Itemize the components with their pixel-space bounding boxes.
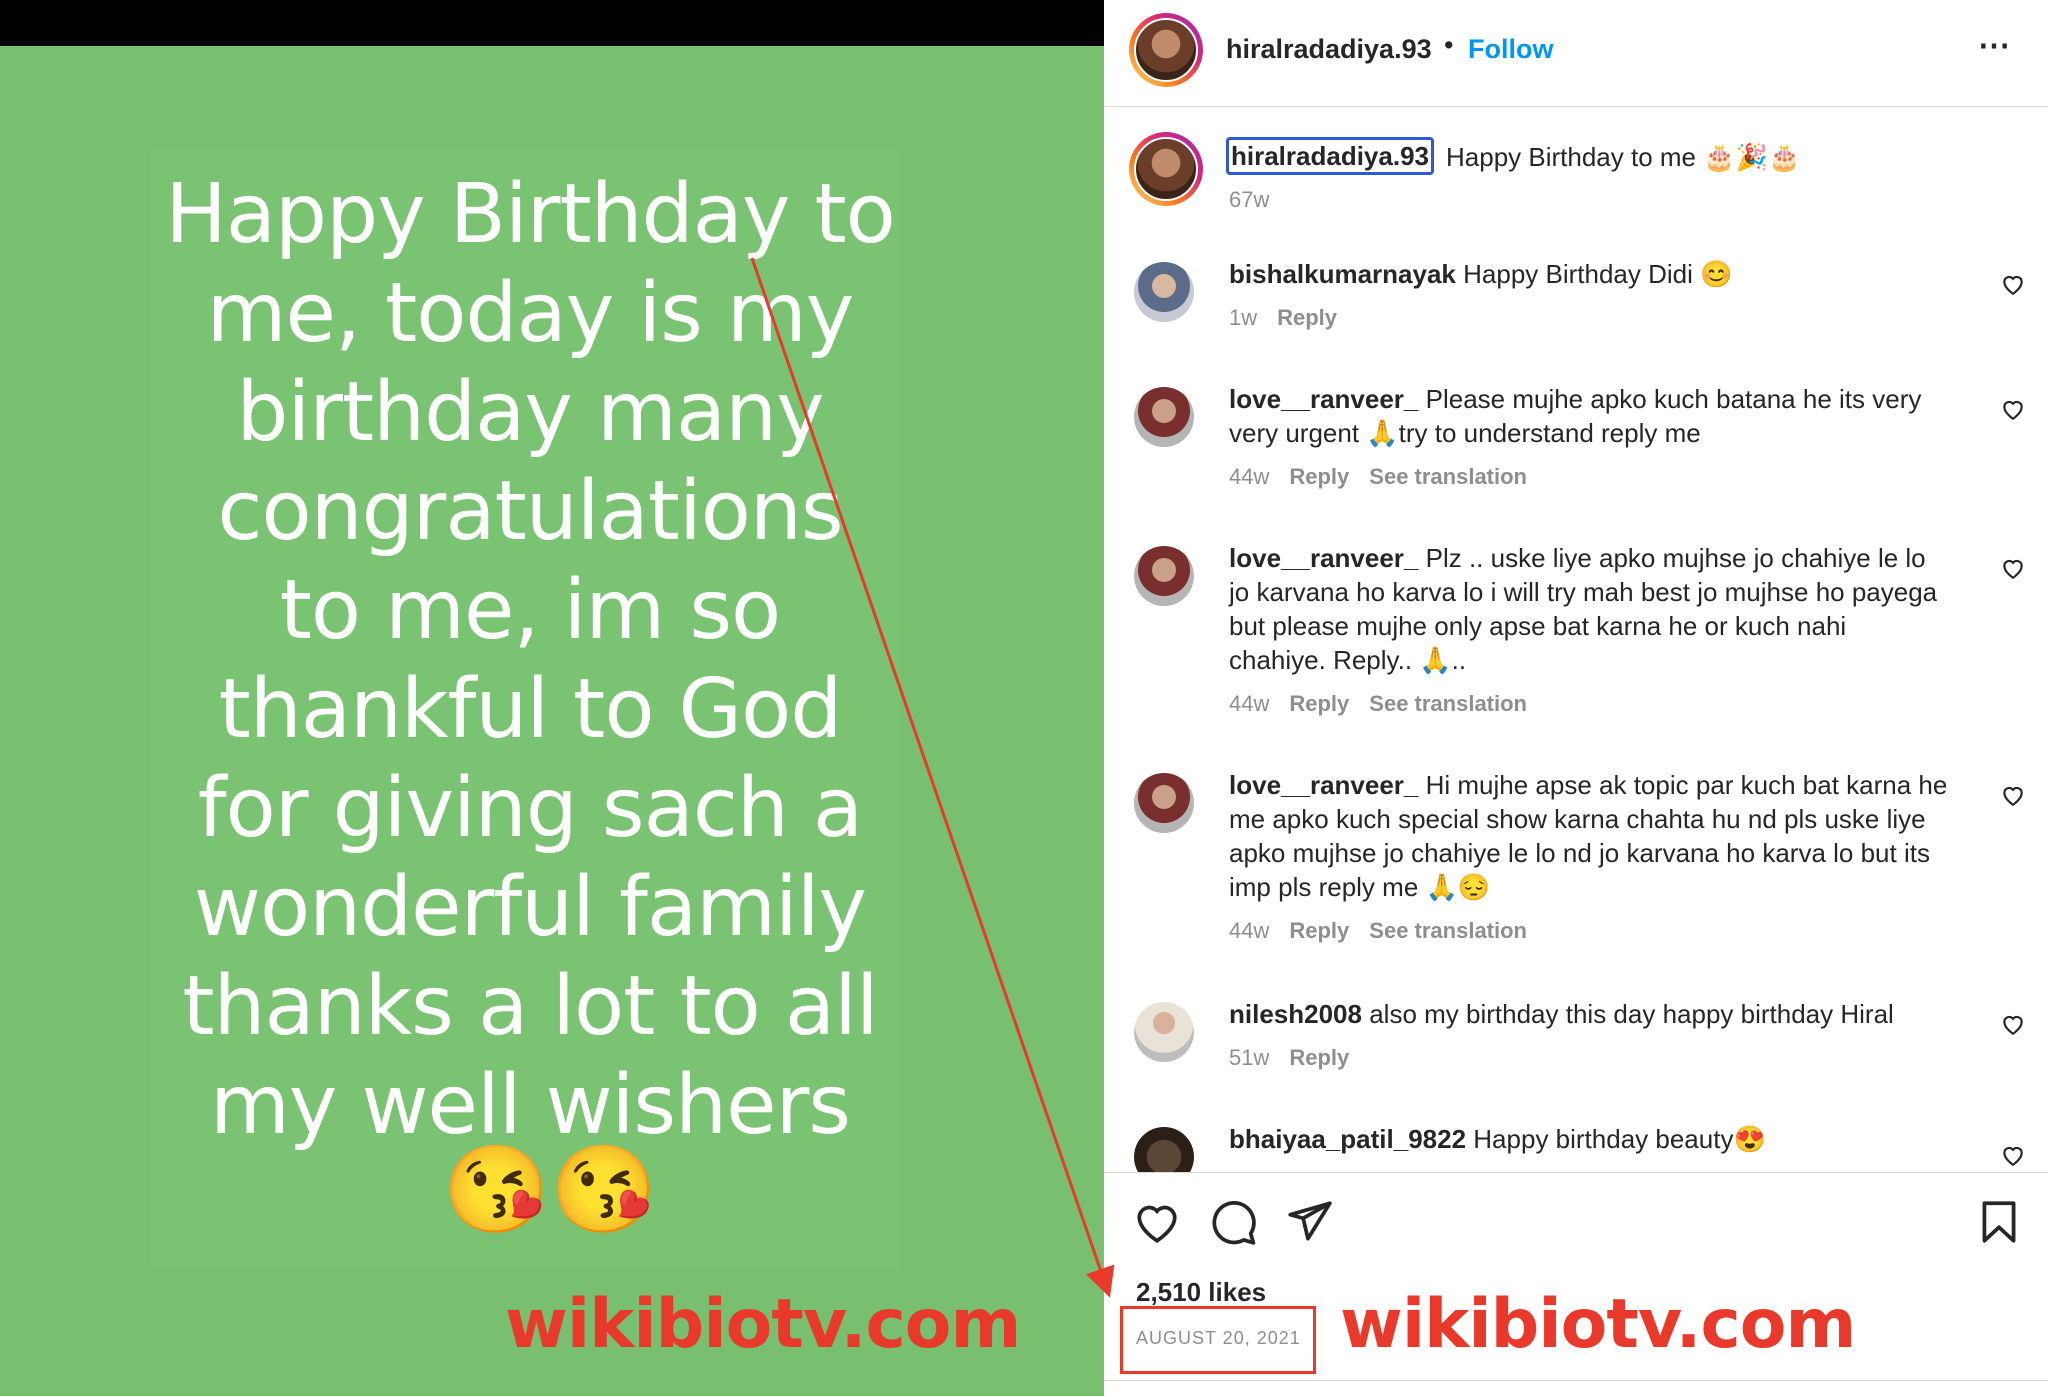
comment-time[interactable]: 44w <box>1229 918 1269 943</box>
commenter-username[interactable]: love__ranveer_ <box>1229 384 1418 414</box>
reply-button[interactable]: Reply <box>1289 1045 1349 1070</box>
comment-body: nilesh2008 also my birthday this day hap… <box>1229 997 1949 1031</box>
story-image-panel: Happy Birthday to me, today is my birthd… <box>0 0 1104 1396</box>
comment-meta: 44w Reply See translation <box>1229 918 1547 944</box>
like-comment-heart-icon[interactable] <box>2000 555 2026 581</box>
like-comment-heart-icon[interactable] <box>2000 396 2026 422</box>
commenter-avatar[interactable] <box>1134 1127 1194 1172</box>
see-translation-button[interactable]: See translation <box>1369 464 1527 489</box>
commenter-username[interactable]: bishalkumarnayak <box>1229 259 1456 289</box>
like-comment-heart-icon[interactable] <box>2000 271 2026 297</box>
watermark-left: wikibiotv.com <box>505 1285 1021 1364</box>
like-heart-icon[interactable] <box>1132 1197 1182 1247</box>
comment-time[interactable]: 51w <box>1229 1045 1269 1070</box>
commenter-avatar[interactable] <box>1134 1002 1194 1062</box>
comment-meta: 51w Reply <box>1229 1045 1369 1071</box>
comment-body: bishalkumarnayak Happy Birthday Didi 😊 <box>1229 257 1949 291</box>
commenter-avatar[interactable] <box>1134 262 1194 322</box>
commenter-avatar[interactable] <box>1134 773 1194 833</box>
comment-text: Happy Birthday Didi 😊 <box>1463 259 1733 289</box>
commenter-username[interactable]: nilesh2008 <box>1229 999 1362 1029</box>
comment-body: love__ranveer_ Hi mujhe apse ak topic pa… <box>1229 768 1949 904</box>
comment-meta: 44w Reply See translation <box>1229 691 1547 717</box>
caption-avatar[interactable] <box>1129 132 1203 206</box>
commenter-avatar[interactable] <box>1134 387 1194 447</box>
comment-body: love__ranveer_ Please mujhe apko kuch ba… <box>1229 382 1949 450</box>
watermark-right: wikibiotv.com <box>1340 1285 1856 1364</box>
commenter-username[interactable]: love__ranveer_ <box>1229 543 1418 573</box>
story-top-bar <box>0 0 1104 46</box>
story-text: Happy Birthday to me, today is my birthd… <box>165 167 896 1153</box>
comment-time[interactable]: 1w <box>1229 305 1257 330</box>
comment-text: Happy birthday beauty😍 <box>1473 1124 1766 1154</box>
see-translation-button[interactable]: See translation <box>1369 918 1527 943</box>
comment-time[interactable]: 44w <box>1229 691 1269 716</box>
story-emoji: 😘😘 <box>442 1142 658 1238</box>
comment-text: also my birthday this day happy birthday… <box>1369 999 1894 1029</box>
post-date: AUGUST 20, 2021 <box>1136 1328 1301 1348</box>
post-sidebar: hiralradadiya.93 • Follow ⋯ hiralradadiy… <box>1104 0 2048 1396</box>
see-translation-button[interactable]: See translation <box>1369 691 1527 716</box>
comment-meta: 44w Reply See translation <box>1229 464 1547 490</box>
likes-count[interactable]: 2,510 likes <box>1136 1277 1266 1308</box>
comment-meta: 1w Reply <box>1229 305 1357 331</box>
like-comment-heart-icon[interactable] <box>2000 1142 2026 1168</box>
commenter-username[interactable]: love__ranveer_ <box>1229 770 1418 800</box>
more-options-icon[interactable]: ⋯ <box>1978 26 2012 64</box>
caption-username[interactable]: hiralradadiya.93 <box>1226 137 1434 175</box>
comment-body: love__ranveer_ Plz .. uske liye apko muj… <box>1229 541 1949 677</box>
bottom-divider <box>1104 1380 2048 1381</box>
save-bookmark-icon[interactable] <box>1974 1197 2024 1247</box>
like-comment-heart-icon[interactable] <box>2000 1011 2026 1037</box>
comment-body: bhaiyaa_patil_9822 Happy birthday beauty… <box>1229 1122 1949 1156</box>
commenter-username[interactable]: bhaiyaa_patil_9822 <box>1229 1124 1466 1154</box>
reply-button[interactable]: Reply <box>1289 691 1349 716</box>
follow-button[interactable]: Follow <box>1468 34 1553 65</box>
commenter-avatar[interactable] <box>1134 546 1194 606</box>
post-header: hiralradadiya.93 • Follow ⋯ <box>1104 0 2048 107</box>
author-username[interactable]: hiralradadiya.93 <box>1226 34 1432 65</box>
comment-icon[interactable] <box>1208 1197 1258 1247</box>
author-avatar[interactable] <box>1129 13 1203 87</box>
reply-button[interactable]: Reply <box>1289 464 1349 489</box>
header-separator: • <box>1444 30 1454 60</box>
reply-button[interactable]: Reply <box>1277 305 1337 330</box>
caption-time[interactable]: 67w <box>1229 187 1269 213</box>
share-icon[interactable] <box>1284 1197 1334 1247</box>
comments-list[interactable]: hiralradadiya.93 Happy Birthday to me 🎂🎉… <box>1104 107 2048 1172</box>
comment-time[interactable]: 44w <box>1229 464 1269 489</box>
reply-button[interactable]: Reply <box>1289 918 1349 943</box>
like-comment-heart-icon[interactable] <box>2000 782 2026 808</box>
caption-text: Happy Birthday to me 🎂🎉🎂 <box>1446 142 1801 172</box>
